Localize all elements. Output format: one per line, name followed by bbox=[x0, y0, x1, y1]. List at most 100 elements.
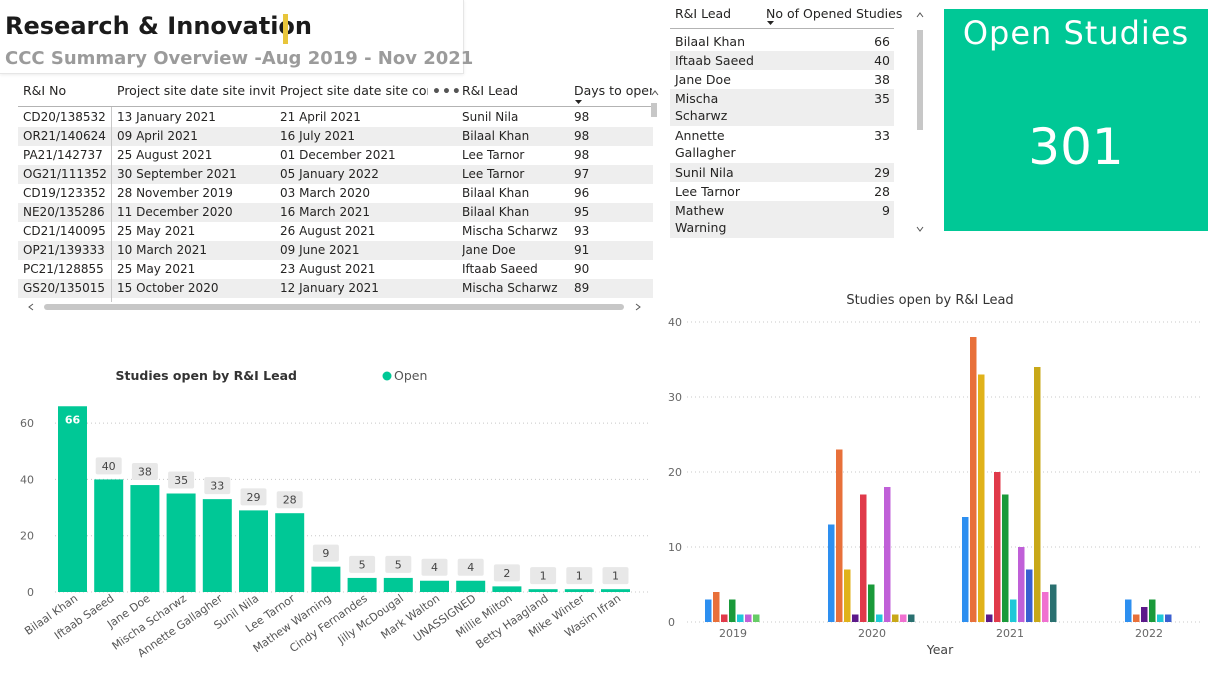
lead-name: Iftaab Saeed bbox=[675, 53, 754, 68]
table-cell: 91 bbox=[574, 243, 590, 257]
lead-name: Mischa Scharwz bbox=[675, 91, 728, 123]
bar bbox=[970, 337, 977, 622]
data-label: 2 bbox=[503, 567, 510, 580]
table-cell: 01 December 2021 bbox=[280, 148, 396, 162]
table-cell: GS20/135015 bbox=[23, 281, 106, 295]
table-cell: PC21/128855 bbox=[23, 262, 104, 276]
list-item[interactable]: Jane Doe 38 bbox=[670, 70, 894, 89]
data-label: 35 bbox=[174, 474, 188, 487]
scroll-down-icon[interactable] bbox=[916, 226, 924, 232]
bar-chart-studies-by-year[interactable]: Studies open by R&I Lead 0 10 20 30 40 2019 202… bbox=[660, 285, 1208, 677]
table-cell: Iftaab Saeed bbox=[462, 262, 538, 276]
y-tick-label: 40 bbox=[20, 473, 34, 486]
lead-count: 28 bbox=[874, 184, 890, 199]
table-cell: 97 bbox=[574, 167, 590, 181]
bar bbox=[908, 614, 915, 622]
list-item[interactable]: Sunil Nila 29 bbox=[670, 163, 894, 182]
bar bbox=[1141, 607, 1148, 622]
table-cell: 25 May 2021 bbox=[117, 262, 196, 276]
table-row[interactable]: OR21/140624 09 April 2021 16 July 2021 Bila… bbox=[18, 127, 653, 146]
lead-table[interactable]: R&I Lead No of Opened Studies Bilaal Kha… bbox=[670, 0, 925, 245]
table-cell: 89 bbox=[574, 281, 590, 295]
table-cell: NE20/135286 bbox=[23, 205, 105, 219]
table-cell: Jane Doe bbox=[462, 243, 516, 257]
table-cell: 23 August 2021 bbox=[280, 262, 376, 276]
lead-count: 66 bbox=[874, 34, 890, 49]
table-cell: 98 bbox=[574, 148, 590, 162]
list-item[interactable]: Iftaab Saeed 40 bbox=[670, 51, 894, 70]
table-row[interactable]: PA21/142737 25 August 2021 01 December 202… bbox=[18, 146, 653, 165]
more-options-icon[interactable]: ••• bbox=[432, 84, 462, 100]
list-item[interactable]: Mathew Warning 9 bbox=[670, 201, 894, 238]
lead-count: 38 bbox=[874, 72, 890, 87]
column-header-days-to-open[interactable]: Days to open bbox=[574, 80, 652, 106]
table-cell: 93 bbox=[574, 224, 590, 238]
column-header-ri-lead[interactable]: R&I Lead bbox=[462, 80, 562, 106]
table-cell: PA21/142737 bbox=[23, 148, 103, 162]
bar-chart-studies-by-lead[interactable]: Studies open by R&I Lead Open0204060 66Bil… bbox=[0, 360, 660, 677]
bar bbox=[876, 614, 883, 622]
data-label: 29 bbox=[247, 491, 261, 504]
data-label: 38 bbox=[138, 466, 152, 479]
table-row[interactable]: CD19/123352 28 November 2019 03 March 2020… bbox=[18, 184, 653, 203]
table-cell: 96 bbox=[574, 186, 590, 200]
bar bbox=[994, 472, 1001, 622]
table-row[interactable]: OP21/139333 10 March 2021 09 June 2021 Jane… bbox=[18, 241, 653, 260]
table-horizontal-scrollbar[interactable] bbox=[44, 304, 624, 310]
table-row[interactable]: CD21/140095 25 May 2021 26 August 2021 Misc… bbox=[18, 222, 653, 241]
table-cell: 90 bbox=[574, 262, 590, 276]
table-vertical-scrollbar[interactable] bbox=[651, 103, 657, 117]
table-cell: Bilaal Khan bbox=[462, 129, 530, 143]
y-tick-label: 0 bbox=[27, 586, 34, 599]
sort-descending-icon[interactable] bbox=[766, 20, 776, 26]
lead-table-scrollbar[interactable] bbox=[917, 30, 923, 130]
table-row[interactable]: OG21/111352 30 September 2021 05 January 2… bbox=[18, 165, 653, 184]
table-cell: OG21/111352 bbox=[23, 167, 107, 181]
column-header-date-invited[interactable]: Project site date site invited bbox=[117, 80, 275, 106]
table-row[interactable]: NE20/135286 11 December 2020 16 March 2021… bbox=[18, 203, 653, 222]
bar bbox=[347, 577, 377, 592]
kpi-title: Open Studies bbox=[962, 14, 1190, 52]
sort-descending-icon[interactable] bbox=[574, 99, 584, 105]
list-item[interactable]: Bilaal Khan 66 bbox=[670, 32, 894, 51]
data-label: 33 bbox=[210, 480, 224, 493]
lead-name: Jane Doe bbox=[675, 72, 731, 87]
list-item[interactable]: Mischa Scharwz 35 bbox=[670, 89, 894, 126]
lead-name: Annette Gallagher bbox=[675, 128, 736, 160]
scroll-up-icon[interactable] bbox=[916, 12, 924, 18]
y-tick-label: 40 bbox=[668, 316, 682, 329]
table-cell: 05 January 2022 bbox=[280, 167, 379, 181]
column-header-opened-studies[interactable]: No of Opened Studies bbox=[766, 6, 902, 21]
x-tick-label: 2022 bbox=[1135, 627, 1163, 640]
bar bbox=[860, 494, 867, 622]
bar bbox=[130, 485, 160, 592]
projects-table[interactable]: R&I No Project site date site invited Pr… bbox=[18, 80, 660, 312]
scroll-right-icon[interactable] bbox=[634, 303, 642, 311]
data-label: 1 bbox=[540, 570, 547, 583]
scroll-up-icon[interactable] bbox=[651, 90, 659, 96]
table-cell: Mischa Scharwz bbox=[462, 281, 558, 295]
table-cell: 11 December 2020 bbox=[117, 205, 233, 219]
column-header-lead[interactable]: R&I Lead bbox=[675, 6, 731, 21]
table-cell: OR21/140624 bbox=[23, 129, 106, 143]
table-cell: 09 June 2021 bbox=[280, 243, 360, 257]
data-label: 5 bbox=[359, 558, 366, 571]
lead-count: 29 bbox=[874, 165, 890, 180]
table-cell: 30 September 2021 bbox=[117, 167, 237, 181]
column-header-date-confirmed[interactable]: Project site date site confir bbox=[280, 80, 428, 106]
table-row[interactable]: GS20/135015 15 October 2020 12 January 202… bbox=[18, 279, 653, 298]
scroll-left-icon[interactable] bbox=[27, 303, 35, 311]
bar bbox=[836, 449, 843, 622]
column-header-ri-no[interactable]: R&I No bbox=[23, 80, 108, 106]
lead-name: Bilaal Khan bbox=[675, 34, 745, 49]
y-tick-label: 0 bbox=[668, 616, 675, 629]
table-cell: 28 November 2019 bbox=[117, 186, 233, 200]
table-row[interactable]: CD20/138532 13 January 2021 21 April 2021 S… bbox=[18, 108, 653, 127]
list-item[interactable]: Annette Gallagher 33 bbox=[670, 126, 894, 163]
table-row[interactable]: PC21/128855 25 May 2021 23 August 2021 Ifta… bbox=[18, 260, 653, 279]
list-item[interactable]: Lee Tarnor 28 bbox=[670, 182, 894, 201]
bar bbox=[1165, 614, 1172, 622]
bar bbox=[737, 614, 744, 622]
bar bbox=[166, 493, 196, 592]
legend-marker bbox=[382, 371, 392, 381]
